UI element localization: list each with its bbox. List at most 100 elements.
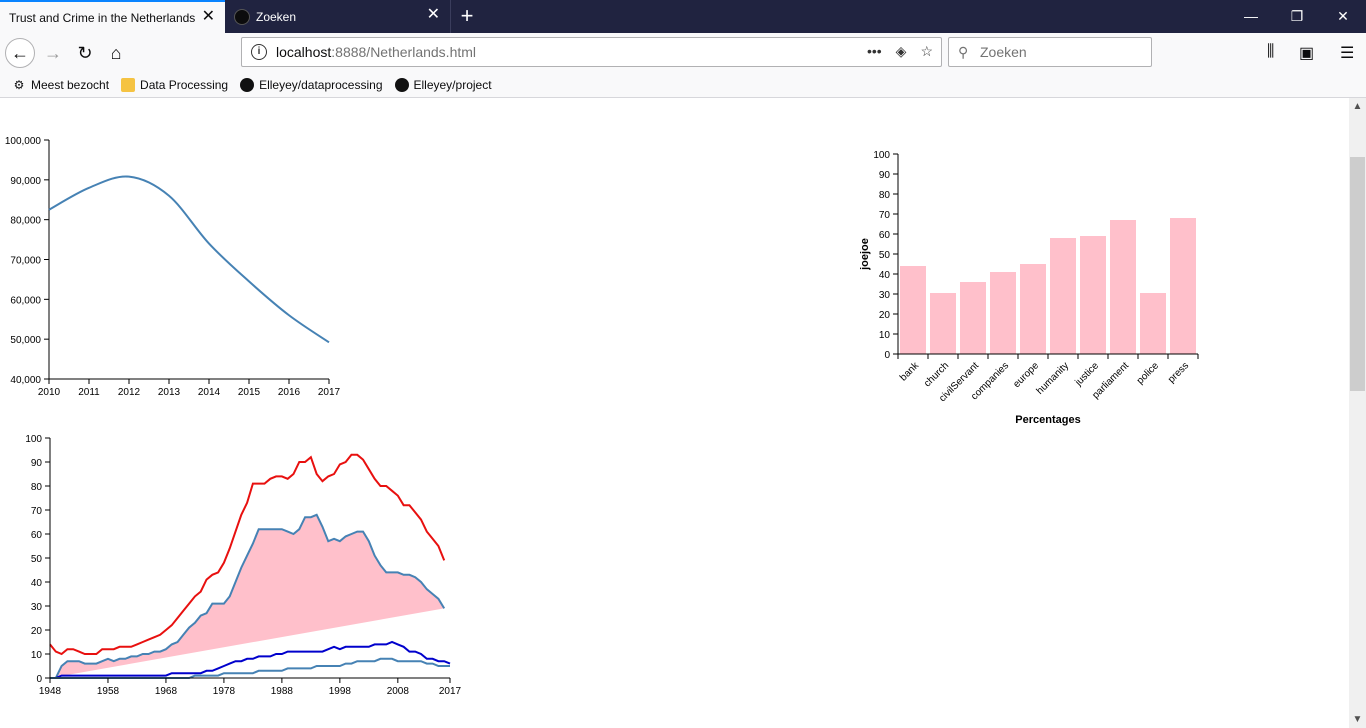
y-tick-label: 100	[25, 434, 42, 445]
search-placeholder: Zoeken	[980, 44, 1027, 60]
close-window-icon[interactable]: ✕	[1320, 0, 1366, 33]
favicon-icon	[234, 8, 250, 25]
y-tick-label: 70	[31, 506, 43, 517]
back-button[interactable]: ←	[5, 38, 35, 68]
x-tick-label: press	[1166, 360, 1191, 385]
forward-button[interactable]: →	[38, 38, 68, 68]
bar	[1170, 218, 1196, 354]
y-tick-label: 20	[879, 310, 891, 321]
y-tick-label: 40,000	[10, 375, 41, 386]
y-tick-label: 0	[884, 350, 890, 361]
more-actions-icon[interactable]: •••	[867, 43, 882, 60]
y-tick-label: 100	[873, 150, 890, 161]
y-tick-label: 60	[879, 230, 891, 241]
gear-icon: ⚙	[13, 78, 25, 92]
bookmark-elleyey-project[interactable]: Elleyey/project	[394, 78, 492, 92]
bookmark-label: Elleyey/project	[413, 78, 492, 92]
folder-icon	[121, 78, 136, 92]
x-tick-label: 2013	[158, 387, 181, 398]
x-tick-label: 1968	[155, 686, 178, 697]
area-fill	[50, 514, 445, 678]
bookmark-label: Elleyey/dataprocessing	[259, 78, 383, 92]
bookmark-label: Meest bezocht	[31, 78, 110, 92]
y-tick-label: 50	[879, 250, 891, 261]
x-tick-label: 2014	[198, 387, 221, 398]
url-bar[interactable]: i localhost:8888/Netherlands.html ••• ◈ …	[241, 37, 942, 67]
x-tick-label: church	[922, 360, 951, 389]
x-tick-label: 2008	[387, 686, 410, 697]
minimize-icon[interactable]: —	[1228, 0, 1274, 33]
x-tick-label: 1978	[213, 686, 236, 697]
x-tick-label: 2017	[439, 686, 462, 697]
sidebar-icon[interactable]: ▣	[1299, 43, 1314, 63]
tab-trust-and-crime[interactable]: Trust and Crime in the Netherlands ✕	[0, 0, 225, 33]
y-tick-label: 40	[879, 270, 891, 281]
y-tick-label: 80,000	[10, 216, 41, 227]
reload-button[interactable]: ↻	[70, 38, 100, 68]
bookmarks-bar: ⚙ Meest bezocht Data Processing Elleyey/…	[0, 73, 1366, 98]
url-host: localhost	[276, 44, 332, 60]
navigation-bar: ← → ↻ ⌂ i localhost:8888/Netherlands.htm…	[0, 33, 1366, 73]
page-content: 40,000 50,000 60,000 70,000 80,000 90,000 100,…	[0, 98, 1349, 728]
bar	[930, 293, 956, 354]
x-tick-label: justice	[1073, 360, 1102, 389]
bookmark-star-icon[interactable]: ☆	[920, 43, 933, 60]
y-tick-label: 50,000	[10, 335, 41, 346]
x-tick-label: humanity	[1035, 360, 1071, 396]
x-tick-label: 1958	[97, 686, 120, 697]
scrollbar-thumb[interactable]	[1350, 157, 1365, 391]
y-tick-label: 100,000	[5, 136, 42, 147]
y-tick-label: 60	[31, 530, 43, 541]
y-tick-label: 10	[879, 330, 891, 341]
scroll-down-icon[interactable]: ▼	[1349, 711, 1366, 728]
x-tick-label: 2010	[38, 387, 61, 398]
x-axis-label: Percentages	[1015, 414, 1080, 426]
url-path: :8888/Netherlands.html	[331, 44, 477, 60]
y-tick-label: 30	[879, 290, 891, 301]
x-tick-label: bank	[898, 360, 922, 384]
y-tick-label: 90,000	[10, 176, 41, 187]
bar	[990, 272, 1016, 354]
pocket-icon[interactable]: ◈	[896, 43, 907, 60]
tab-zoeken[interactable]: Zoeken ✕	[226, 0, 450, 33]
x-tick-label: 2011	[78, 387, 100, 398]
y-tick-label: 0	[36, 674, 42, 685]
menu-icon[interactable]: ☰	[1340, 43, 1354, 63]
bar-chart: 0102030405060708090100bank churchcivilSer…	[859, 150, 1199, 426]
bar	[1020, 264, 1046, 354]
restore-icon[interactable]: ❐	[1274, 0, 1320, 33]
bar	[960, 282, 986, 354]
new-tab-button[interactable]: +	[450, 0, 483, 33]
home-button[interactable]: ⌂	[101, 38, 131, 68]
close-tab-icon[interactable]: ✕	[202, 9, 215, 25]
url-text[interactable]: localhost:8888/Netherlands.html	[276, 44, 476, 60]
bookmark-data-processing[interactable]: Data Processing	[121, 78, 228, 92]
y-tick-label: 20	[31, 626, 43, 637]
search-icon: ⚲	[958, 44, 969, 60]
y-tick-label: 90	[879, 170, 891, 181]
search-bar[interactable]: ⚲ Zoeken	[948, 37, 1152, 67]
close-tab-icon[interactable]: ✕	[427, 7, 440, 23]
y-tick-label: 90	[31, 458, 43, 469]
scroll-up-icon[interactable]: ▲	[1349, 98, 1366, 115]
y-tick-label: 80	[31, 482, 43, 493]
library-icon[interactable]: ⫼	[1267, 43, 1274, 61]
bookmark-elleyey-dataprocessing[interactable]: Elleyey/dataprocessing	[240, 78, 383, 92]
y-tick-label: 80	[879, 190, 891, 201]
x-tick-label: police	[1135, 360, 1162, 387]
bookmark-meest-bezocht[interactable]: ⚙ Meest bezocht	[12, 78, 109, 92]
info-icon[interactable]: i	[251, 44, 267, 60]
y-tick-label: 10	[31, 650, 43, 661]
x-tick-label: 1998	[329, 686, 352, 697]
y-tick-label: 40	[31, 578, 43, 589]
line-chart: 40,000 50,000 60,000 70,000 80,000 90,000 100,…	[5, 136, 341, 398]
x-tick-label: 2017	[318, 387, 341, 398]
tab-title: Zoeken	[256, 9, 297, 24]
bar	[1140, 293, 1166, 354]
x-tick-label: 2015	[238, 387, 261, 398]
url-actions: ••• ◈ ☆	[867, 43, 933, 60]
x-tick-label: 2016	[278, 387, 301, 398]
y-tick-label: 70,000	[10, 256, 41, 267]
y-axis-label: joejoe	[859, 238, 871, 271]
y-tick-label: 70	[879, 210, 891, 221]
